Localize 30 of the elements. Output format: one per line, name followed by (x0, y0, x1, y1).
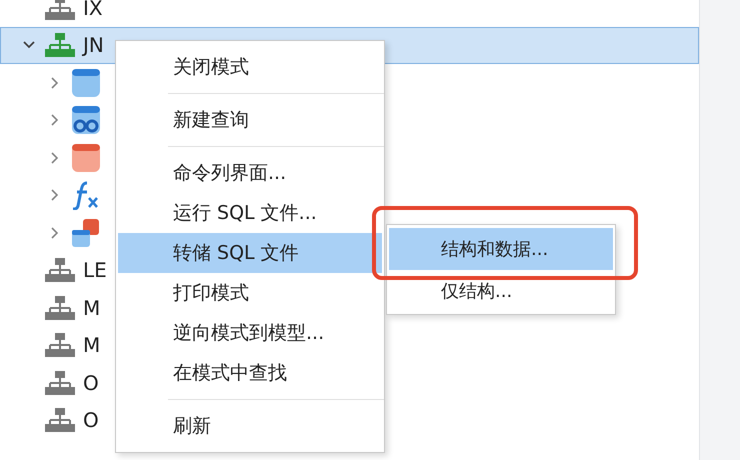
schema-name[interactable]: LE (83, 258, 107, 282)
menu-item[interactable]: 刷新 (118, 406, 382, 446)
schema-icon (45, 0, 75, 21)
table-icon (71, 68, 101, 98)
function-icon (71, 180, 101, 210)
schema-name[interactable]: O (83, 370, 99, 395)
menu-item[interactable]: 运行 SQL 文件... (118, 193, 382, 233)
schema-icon (45, 294, 75, 321)
menu-item[interactable]: 打印模式 (118, 273, 382, 313)
schema-name[interactable]: O (83, 408, 99, 432)
menu-item[interactable]: 在模式中查找 (118, 353, 382, 393)
schema-name[interactable]: M (83, 296, 100, 320)
report-icon (71, 218, 101, 248)
menu-item[interactable]: 关闭模式 (118, 47, 382, 87)
schema-icon (45, 332, 75, 358)
view-icon (71, 105, 101, 136)
menu-item[interactable]: 逆向模式到模型... (118, 313, 382, 353)
schema-name[interactable]: M (83, 333, 100, 358)
schema-icon (45, 370, 75, 396)
schema-icon (45, 32, 75, 58)
schema-icon (45, 257, 75, 284)
menu-item[interactable]: 转储 SQL 文件 (118, 233, 382, 273)
menu-item[interactable]: 新建查询 (118, 100, 382, 140)
schema-name[interactable]: JN (83, 33, 104, 58)
query-icon (71, 142, 101, 173)
schema-icon (45, 407, 75, 434)
submenu-item[interactable]: 仅结构... (389, 270, 613, 312)
submenu-item[interactable]: 结构和数据... (389, 228, 613, 270)
menu-item[interactable]: 命令列界面... (118, 153, 382, 193)
schema-name[interactable]: IX (83, 0, 103, 20)
